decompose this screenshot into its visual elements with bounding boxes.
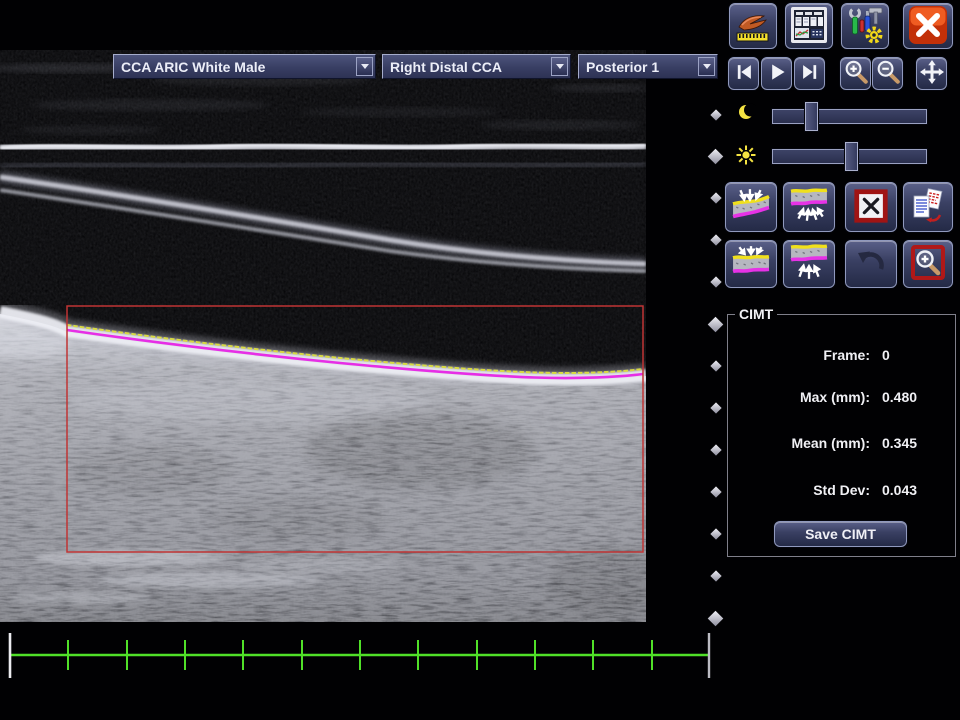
diamond-marker — [708, 317, 724, 333]
close-button[interactable] — [903, 3, 953, 49]
undo-icon — [852, 244, 890, 285]
play-button[interactable] — [761, 57, 792, 90]
sun-icon — [736, 145, 756, 170]
moon-icon — [738, 103, 756, 126]
diamond-marker — [710, 570, 721, 581]
skip-end-button[interactable] — [794, 57, 825, 90]
cimt-frame-row: Frame: 0 — [728, 347, 955, 363]
chevron-down-icon[interactable] — [698, 57, 715, 76]
frame-value: 0 — [882, 347, 890, 363]
cimt-max-row: Max (mm): 0.480 — [728, 389, 955, 405]
segment-dropdown-value: Right Distal CCA — [390, 59, 502, 75]
protocol-dropdown[interactable]: CCA ARIC White Male — [113, 54, 376, 79]
detect-far-wall-lower-icon — [790, 244, 828, 285]
skip-end-icon — [799, 61, 821, 86]
cimt-mean-row: Mean (mm): 0.345 — [728, 435, 955, 451]
max-value: 0.480 — [882, 389, 917, 405]
tools-settings-icon — [845, 5, 885, 48]
diamond-marker — [710, 192, 721, 203]
detect-far-wall-lower-button[interactable] — [783, 240, 835, 288]
cimt-stddev-row: Std Dev: 0.043 — [728, 482, 955, 498]
play-icon — [766, 61, 788, 86]
pan-icon — [920, 60, 944, 87]
diamond-marker — [710, 109, 721, 120]
close-icon — [907, 5, 949, 48]
zoom-in-icon — [843, 59, 869, 88]
stddev-value: 0.043 — [882, 482, 917, 498]
detect-both-walls-button[interactable] — [783, 182, 835, 232]
diamond-marker — [708, 149, 724, 165]
diamond-marker — [710, 360, 721, 371]
detect-near-wall-icon — [732, 187, 770, 228]
app-window: CCA ARIC White Male Right Distal CCA Pos… — [0, 0, 960, 720]
detect-far-wall-upper-button[interactable] — [725, 240, 777, 288]
zoom-roi-button[interactable] — [903, 240, 953, 288]
settings-tools-button[interactable] — [841, 3, 889, 49]
cimt-panel-title: CIMT — [735, 306, 777, 322]
zoom-out-button[interactable] — [872, 57, 903, 90]
segment-dropdown[interactable]: Right Distal CCA — [382, 54, 571, 79]
frame-label: Frame: — [728, 347, 870, 363]
report-button[interactable] — [785, 3, 833, 49]
zoom-in-button[interactable] — [840, 57, 871, 90]
max-label: Max (mm): — [728, 389, 870, 405]
diamond-marker — [708, 611, 724, 627]
diamond-marker — [710, 528, 721, 539]
chevron-down-icon[interactable] — [356, 57, 373, 76]
zoom-roi-icon — [909, 244, 947, 285]
detect-near-wall-button[interactable] — [725, 182, 777, 232]
protocol-dropdown-value: CCA ARIC White Male — [121, 59, 265, 75]
angle-dropdown[interactable]: Posterior 1 — [578, 54, 718, 79]
diamond-marker — [710, 486, 721, 497]
diamond-marker — [710, 234, 721, 245]
undo-button[interactable] — [845, 240, 897, 288]
detect-far-wall-upper-icon — [732, 244, 770, 285]
cimt-panel: CIMT Frame: 0 Max (mm): 0.480 Mean (mm):… — [727, 314, 956, 557]
zoom-out-icon — [875, 59, 901, 88]
contrast-slider[interactable] — [772, 109, 927, 124]
pan-button[interactable] — [916, 57, 947, 90]
report-icon — [789, 5, 829, 48]
clear-measurement-button[interactable] — [845, 182, 897, 232]
probe-ruler-icon — [733, 5, 773, 48]
contrast-slider-thumb[interactable] — [805, 102, 818, 131]
detect-both-walls-icon — [790, 187, 828, 228]
measure-tools-button[interactable] — [729, 3, 777, 49]
chevron-down-icon[interactable] — [551, 57, 568, 76]
brightness-slider-thumb[interactable] — [845, 142, 858, 171]
diamond-marker — [710, 402, 721, 413]
stddev-label: Std Dev: — [728, 482, 870, 498]
angle-dropdown-value: Posterior 1 — [586, 59, 659, 75]
skip-start-button[interactable] — [728, 57, 759, 90]
save-cimt-button[interactable]: Save CIMT — [774, 521, 907, 547]
diamond-marker — [710, 444, 721, 455]
clear-measurement-icon — [852, 187, 890, 228]
copy-results-button[interactable] — [903, 182, 953, 232]
skip-start-icon — [733, 61, 755, 86]
mean-label: Mean (mm): — [728, 435, 870, 451]
ultrasound-image[interactable] — [0, 50, 646, 622]
mean-value: 0.345 — [882, 435, 917, 451]
scale-ruler — [0, 628, 720, 684]
diamond-marker — [710, 276, 721, 287]
copy-results-icon — [909, 187, 947, 228]
